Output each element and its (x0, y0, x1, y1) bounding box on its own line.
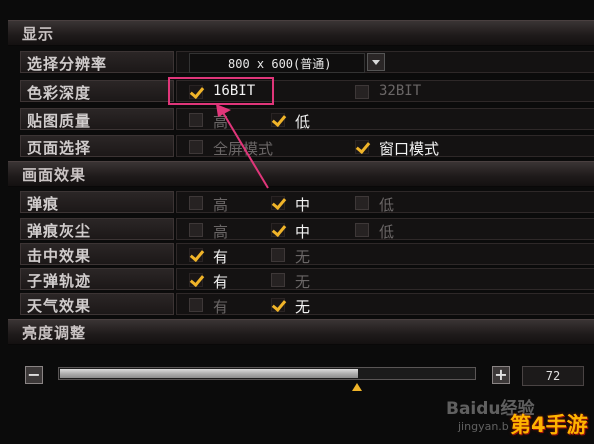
color-depth-row: 色彩深度 16BIT 32BIT (8, 78, 594, 102)
weather-effect-label: 天气效果 (27, 297, 92, 315)
bullet-hole-low-checkbox[interactable] (355, 196, 369, 210)
hit-effect-label: 击中效果 (27, 247, 92, 265)
page-mode-row: 页面选择 全屏模式 窗口模式 (8, 133, 594, 158)
effects-section-header: 画面效果 (8, 161, 594, 187)
resolution-select[interactable]: 800 x 600(普通) (189, 53, 365, 73)
brightness-slider-fill (60, 369, 358, 378)
fullscreen-checkbox[interactable] (189, 140, 203, 154)
bullet-trail-no-label: 无 (295, 273, 311, 291)
bullet-trail-row: 子弹轨迹 有 无 (8, 266, 594, 291)
bullet-dust-high-checkbox[interactable] (189, 223, 203, 237)
page-mode-label: 页面选择 (27, 139, 92, 157)
texture-low-label: 低 (295, 113, 311, 131)
resolution-value: 800 x 600(普通) (228, 57, 332, 71)
bullet-dust-label: 弹痕灰尘 (27, 222, 92, 240)
bullet-dust-row: 弹痕灰尘 高 中 低 (8, 216, 594, 241)
bullet-trail-label: 子弹轨迹 (27, 272, 92, 290)
resolution-label: 选择分辨率 (27, 55, 108, 73)
brightness-section-header: 亮度调整 (8, 319, 594, 345)
brightness-increase-button[interactable]: + (492, 365, 510, 384)
weather-effect-row: 天气效果 有 无 (8, 291, 594, 316)
texture-high-checkbox[interactable] (189, 113, 203, 127)
bullet-dust-low-label: 低 (379, 223, 395, 241)
brightness-value: 72 (545, 369, 561, 383)
watermark-url: jingyan.b (458, 420, 509, 433)
color-depth-32bit-checkbox[interactable] (355, 85, 369, 99)
chevron-down-icon[interactable] (367, 53, 385, 71)
bullet-trail-yes-checkbox[interactable] (189, 273, 203, 287)
hit-effect-row: 击中效果 有 无 (8, 241, 594, 266)
window-mode-label: 窗口模式 (379, 140, 440, 158)
bullet-dust-low-checkbox[interactable] (355, 223, 369, 237)
texture-low-checkbox[interactable] (271, 113, 285, 127)
brightness-value-box: 72 (522, 366, 584, 386)
bullet-hole-mid-label: 中 (295, 196, 311, 214)
brightness-slider-track[interactable] (58, 367, 476, 380)
hit-effect-yes-label: 有 (213, 248, 229, 266)
highlight-box (168, 77, 274, 105)
brightness-slider-thumb[interactable] (352, 383, 362, 391)
hit-effect-no-checkbox[interactable] (271, 248, 285, 262)
game-settings-panel: 显示 选择分辨率 800 x 600(普通) 色彩深度 16BIT 32BIT … (0, 0, 594, 444)
brightness-decrease-button[interactable]: − (25, 365, 43, 384)
bullet-dust-mid-checkbox[interactable] (271, 223, 285, 237)
bullet-hole-label: 弹痕 (27, 195, 60, 213)
weather-effect-yes-checkbox[interactable] (189, 298, 203, 312)
fullscreen-label: 全屏模式 (213, 140, 274, 158)
texture-quality-row: 贴图质量 高 低 (8, 106, 594, 131)
hit-effect-yes-checkbox[interactable] (189, 248, 203, 262)
bullet-dust-mid-label: 中 (295, 223, 311, 241)
color-depth-32bit-label: 32BIT (379, 83, 422, 99)
bullet-dust-high-label: 高 (213, 223, 229, 241)
weather-effect-yes-label: 有 (213, 298, 229, 316)
bullet-hole-row: 弹痕 高 中 低 (8, 189, 594, 214)
color-depth-label: 色彩深度 (27, 84, 92, 102)
bullet-trail-no-checkbox[interactable] (271, 273, 285, 287)
resolution-row: 选择分辨率 800 x 600(普通) (8, 49, 594, 73)
site-logo: 第4手游 (510, 413, 588, 437)
weather-effect-no-checkbox[interactable] (271, 298, 285, 312)
display-section-title: 显示 (22, 25, 55, 43)
hit-effect-no-label: 无 (295, 248, 311, 266)
bullet-trail-yes-label: 有 (213, 273, 229, 291)
window-mode-checkbox[interactable] (355, 140, 369, 154)
bullet-hole-high-checkbox[interactable] (189, 196, 203, 210)
texture-quality-label: 贴图质量 (27, 112, 92, 130)
bullet-hole-low-label: 低 (379, 196, 395, 214)
plus-icon: + (494, 365, 508, 384)
weather-effect-no-label: 无 (295, 298, 311, 316)
display-section-header: 显示 (8, 20, 594, 46)
brightness-section-title: 亮度调整 (22, 324, 87, 342)
texture-high-label: 高 (213, 113, 229, 131)
minus-icon: − (27, 365, 41, 384)
effects-section-title: 画面效果 (22, 166, 87, 184)
bullet-hole-mid-checkbox[interactable] (271, 196, 285, 210)
bullet-hole-high-label: 高 (213, 196, 229, 214)
